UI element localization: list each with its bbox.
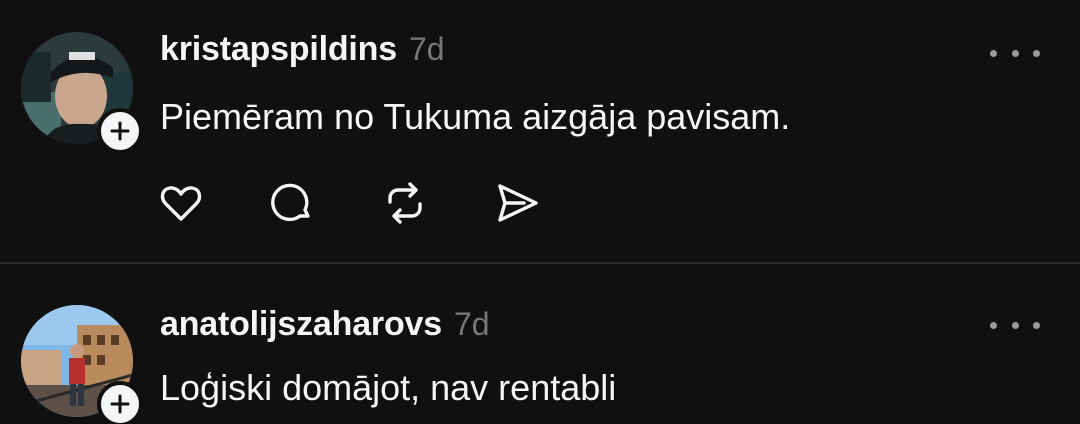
- post: anatolijszaharovs 7d Loģiski domājot, na…: [0, 264, 1080, 424]
- follow-button[interactable]: [97, 108, 143, 154]
- timestamp: 7d: [453, 306, 490, 342]
- username[interactable]: kristapspildins: [160, 30, 397, 69]
- action-bar: [158, 180, 540, 226]
- post-header: kristapspildins 7d: [160, 30, 445, 69]
- more-horizontal-icon: [990, 49, 997, 57]
- send-icon: [498, 184, 538, 222]
- more-horizontal-icon: [990, 321, 997, 329]
- heart-icon: [160, 186, 202, 221]
- repost-icon: [388, 182, 422, 224]
- plus-icon: [110, 121, 130, 141]
- thread-feed: kristapspildins 7d Piemēram no Tukuma ai…: [0, 0, 1080, 424]
- share-button[interactable]: [494, 180, 540, 226]
- plus-icon: [110, 394, 130, 414]
- post-text: Piemēram no Tukuma aizgāja pavisam.: [160, 96, 791, 137]
- post-header: anatolijszaharovs 7d: [160, 305, 490, 344]
- follow-button[interactable]: [97, 381, 143, 424]
- reply-button[interactable]: [270, 180, 316, 226]
- avatar-container: [21, 305, 143, 424]
- username[interactable]: anatolijszaharovs: [160, 305, 442, 344]
- avatar-container: [21, 32, 143, 154]
- post-text: Loģiski domājot, nav rentabli: [160, 367, 617, 408]
- comment-icon: [271, 183, 310, 222]
- repost-button[interactable]: [382, 180, 428, 226]
- post: kristapspildins 7d Piemēram no Tukuma ai…: [0, 0, 1080, 262]
- more-options-button[interactable]: [990, 38, 1040, 68]
- more-options-button[interactable]: [990, 310, 1040, 340]
- like-button[interactable]: [158, 180, 204, 226]
- timestamp: 7d: [408, 31, 445, 67]
